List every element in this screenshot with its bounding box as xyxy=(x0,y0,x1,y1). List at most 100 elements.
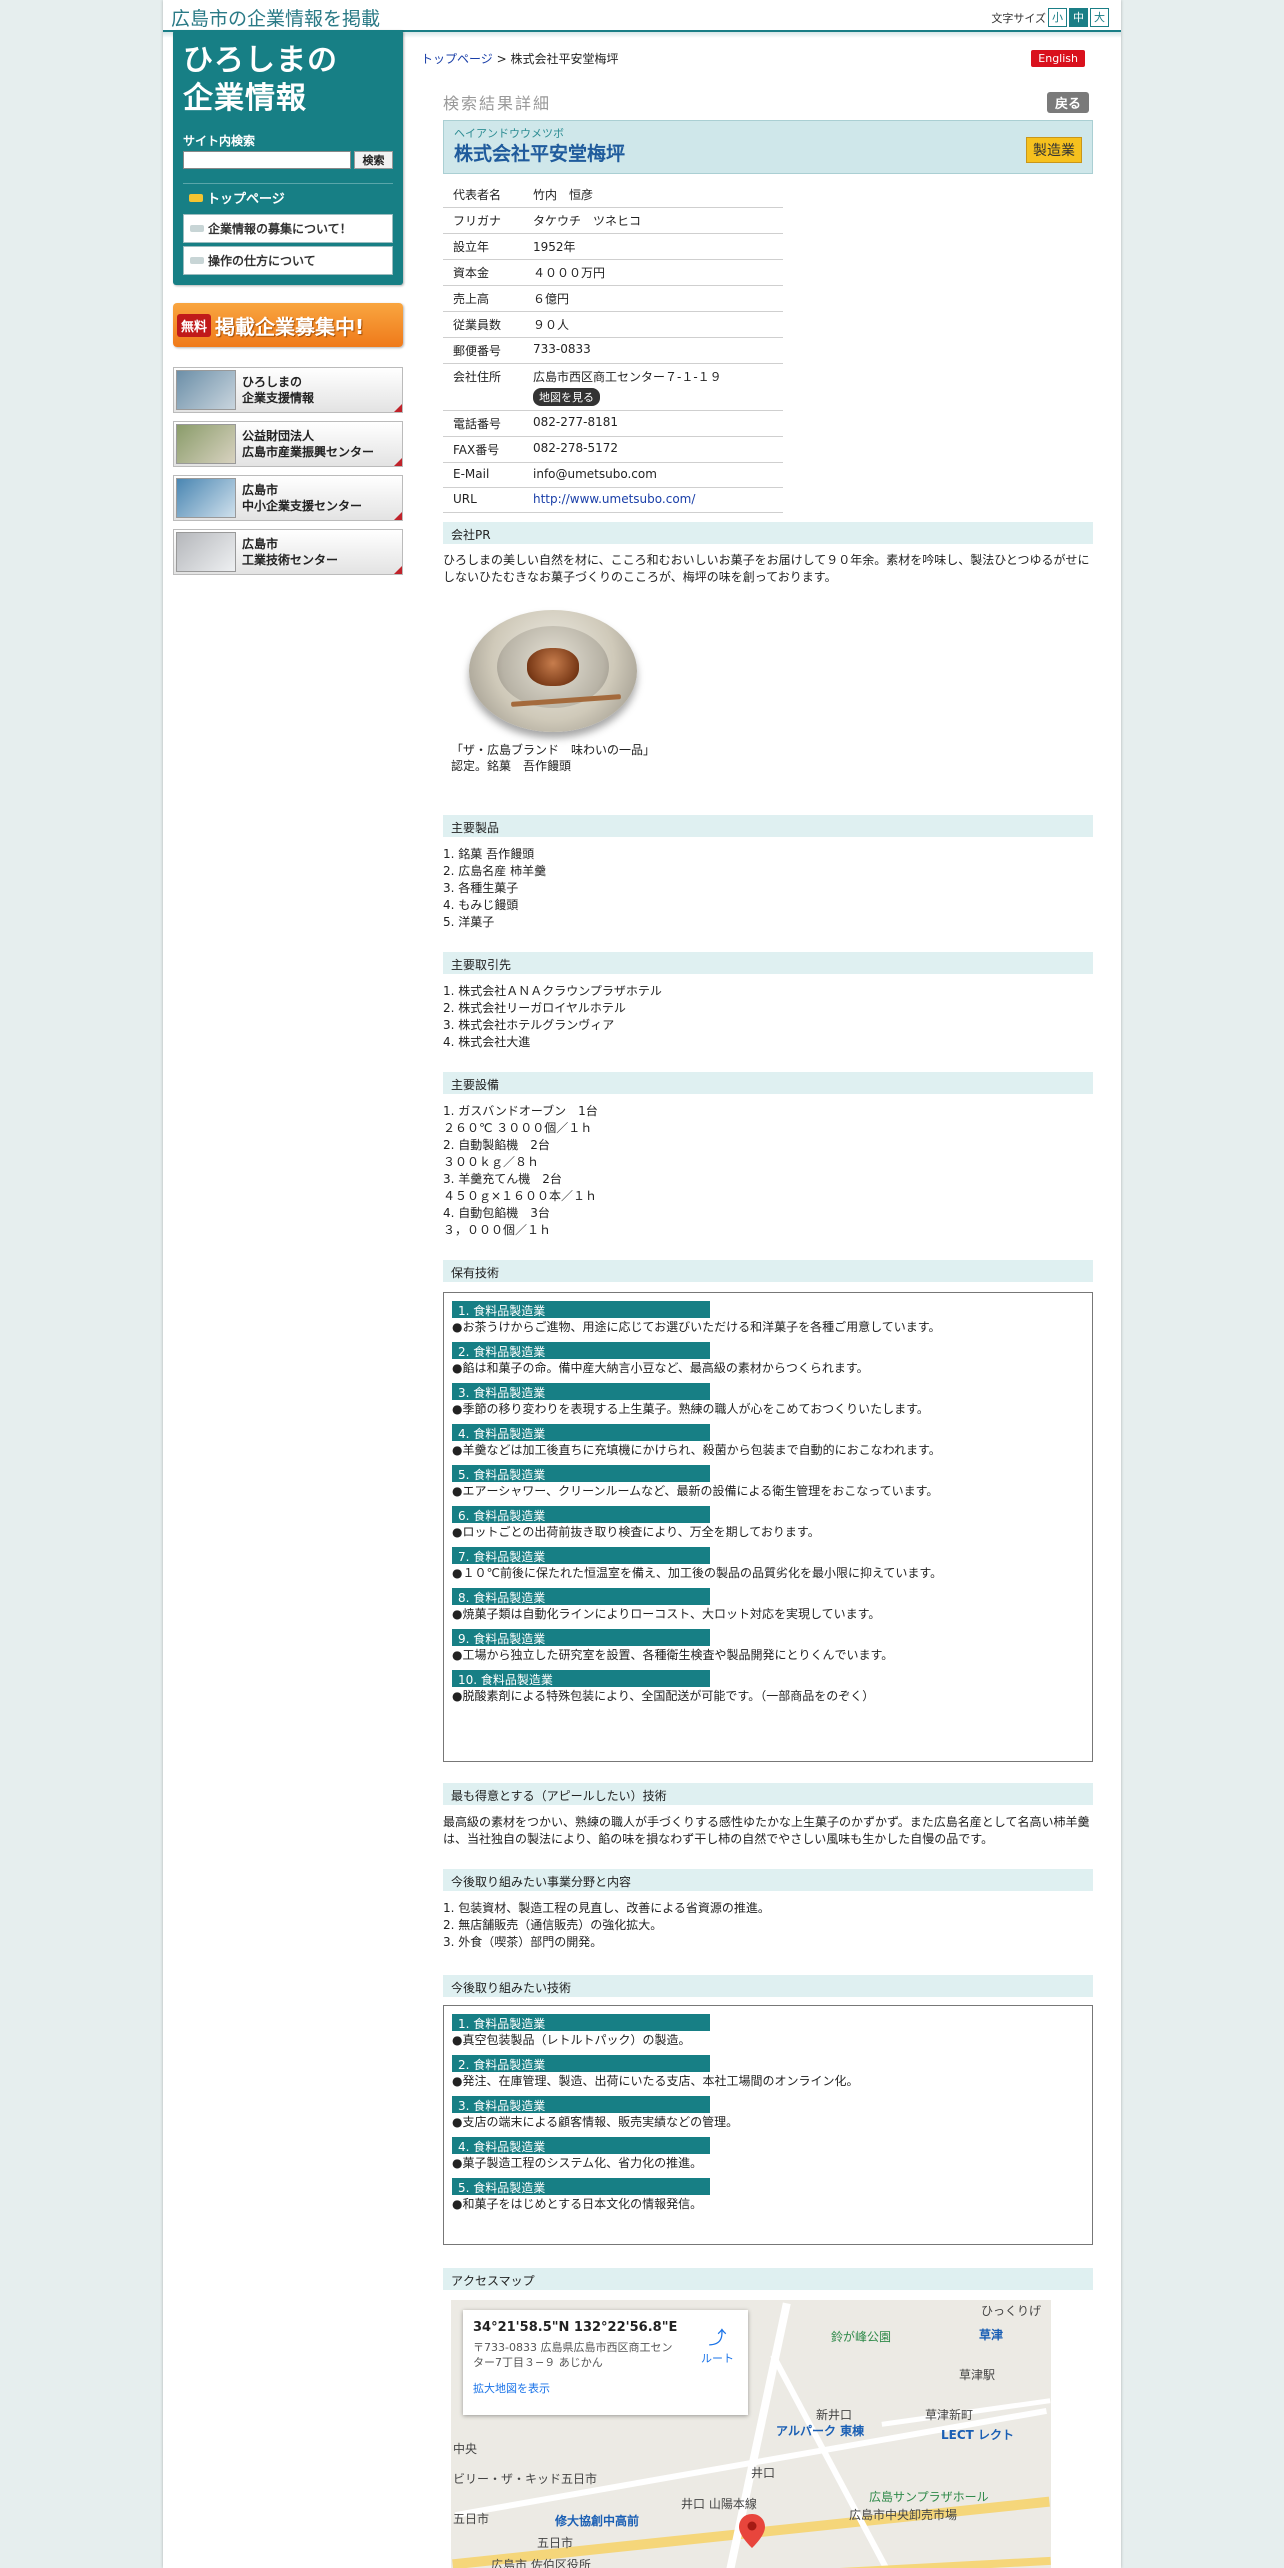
free-badge: 無料 xyxy=(177,313,212,337)
industry-center-thumbnail xyxy=(176,424,236,464)
tech-desc: ●発注、在庫管理、製造、出荷にいたる支店、本社工場間のオンライン化。 xyxy=(452,2074,859,2088)
list-item: 1. 包装資材、製造工程の見直し、改善による省資源の推進。 xyxy=(443,1901,770,1915)
tech-label: 6. 食料品製造業 xyxy=(452,1506,710,1523)
site-logo[interactable]: ひろしまの 企業情報 xyxy=(183,42,393,118)
category-badge: 製造業 xyxy=(1026,137,1082,163)
map-road xyxy=(770,2353,898,2568)
link-banner-support-info[interactable]: ひろしまの 企業支援情報 xyxy=(173,367,403,413)
route-label: ルート xyxy=(701,2352,734,2365)
future-fields-heading: 今後取り組みたい事業分野と内容 xyxy=(443,1869,1093,1891)
link-banner-label: 広島市 工業技術センター xyxy=(242,536,338,568)
tech-desc: ●菓子製造工程のシステム化、省力化の推進。 xyxy=(452,2156,703,2170)
logo-line-2: 企業情報 xyxy=(183,81,307,116)
section-title: 検索結果詳細 xyxy=(443,94,552,113)
list-item: ３，０００個／１ｈ xyxy=(443,1223,552,1237)
map-address: 〒733-0833 広島県広島市西区商工センター7丁目３−９ あじかん xyxy=(473,2341,673,2369)
map-label: 修大協創中高前 xyxy=(555,2514,640,2528)
map-label: 井口 山陽本線 xyxy=(681,2497,757,2511)
sidebar-item-howto[interactable]: 操作の仕方について xyxy=(183,246,393,275)
tech-item: 1. 食料品製造業 ●真空包装製品（レトルトパック）の製造。 xyxy=(452,2014,1084,2049)
info-key: 設立年 xyxy=(443,233,523,260)
tech-item: 6. 食料品製造業 ●ロットごとの出荷前抜き取り検査により、万全を期しております。 xyxy=(452,1506,1084,1541)
sidebar-item-recruit-label: 企業情報の募集について！ xyxy=(208,222,352,236)
products-list: 1. 銘菓 吾作饅頭 2. 広島名産 柿羊羹 3. 各種生菓子 4. もみじ饅頭… xyxy=(443,846,1093,931)
section-title-row: 検索結果詳細 戻る xyxy=(443,90,1093,113)
free-listing-banner[interactable]: 無料 掲載企業募集中! xyxy=(173,303,403,347)
table-row: 電話番号 082-277-8181 xyxy=(443,410,783,437)
info-value: 竹内 恒彦 xyxy=(523,182,783,208)
tech-desc: ●エアーシャワー、クリーンルームなど、最新の設備による衛生管理をおこなっています… xyxy=(452,1484,939,1498)
table-row: 郵便番号 733-0833 xyxy=(443,337,783,364)
link-banner-industry-center[interactable]: 公益財団法人 広島市産業振興センター xyxy=(173,421,403,467)
search-button[interactable]: 検索 xyxy=(353,151,393,169)
info-key: E-Mail xyxy=(443,462,523,488)
tech-label: 4. 食料品製造業 xyxy=(452,1424,710,1441)
corner-arrow-icon xyxy=(394,566,402,574)
map-label: 草津新町 xyxy=(925,2408,974,2422)
table-row: E-Mail info@umetsubo.com xyxy=(443,462,783,488)
search-input[interactable] xyxy=(183,151,351,169)
table-row: 設立年 1952年 xyxy=(443,233,783,260)
english-button[interactable]: English xyxy=(1031,50,1085,67)
big-map-link[interactable]: 拡大地図を表示 xyxy=(473,2380,738,2396)
table-row: URL http://www.umetsubo.com/ xyxy=(443,487,783,513)
list-item: 4. もみじ饅頭 xyxy=(443,898,519,912)
logo-box: ひろしまの 企業情報 サイト内検索 検索 トップページ 企業情報の募集について！… xyxy=(173,30,403,285)
font-size-medium-button[interactable]: 中 xyxy=(1069,8,1088,27)
map-coordinates: 34°21'58.5"N 132°22'56.8"E xyxy=(473,2320,678,2335)
tech-item: 4. 食料品製造業 ●菓子製造工程のシステム化、省力化の推進。 xyxy=(452,2137,1084,2172)
tech-desc: ●工場から独立した研究室を設置、各種衛生検査や製品開発にとりくんでいます。 xyxy=(452,1648,894,1662)
breadcrumb-home-link[interactable]: トップページ xyxy=(421,52,493,66)
route-button[interactable]: ⤴ ルート xyxy=(701,2324,734,2366)
info-key: 郵便番号 xyxy=(443,337,523,364)
info-key: フリガナ xyxy=(443,207,523,234)
info-value: 1952年 xyxy=(523,233,783,260)
font-size-large-button[interactable]: 大 xyxy=(1090,8,1109,27)
link-banner-sme-center[interactable]: 広島市 中小企業支援センター xyxy=(173,475,403,521)
product-photo xyxy=(451,598,651,738)
list-item: 1. 銘菓 吾作饅頭 xyxy=(443,847,535,861)
info-key: 従業員数 xyxy=(443,311,523,338)
list-item: 3. 外食（喫茶）部門の開発。 xyxy=(443,1935,603,1949)
info-value: http://www.umetsubo.com/ xyxy=(523,487,783,513)
tech-label: 2. 食料品製造業 xyxy=(452,1342,710,1359)
tech-label: 1. 食料品製造業 xyxy=(452,2014,710,2031)
show-map-button[interactable]: 地図を見る xyxy=(533,388,600,406)
info-value: 082-278-5172 xyxy=(523,436,783,463)
list-item: 3. 株式会社ホテルグランヴィア xyxy=(443,1018,615,1032)
sidebar-item-recruit[interactable]: 企業情報の募集について！ xyxy=(183,214,393,243)
company-name: 株式会社平安堂梅坪 xyxy=(454,143,626,165)
sidebar-item-top-label: トップページ xyxy=(207,192,285,207)
info-key: URL xyxy=(443,487,523,513)
site-tagline: 広島市の企業情報を掲載 xyxy=(171,8,381,30)
map-pin-icon[interactable] xyxy=(739,2514,765,2548)
map-label: 草津駅 xyxy=(959,2368,996,2382)
tech-label: 3. 食料品製造業 xyxy=(452,2096,710,2113)
list-item: 1. ガスバンドオーブン 1台 xyxy=(443,1104,598,1118)
table-row: 従業員数 ９０人 xyxy=(443,311,783,338)
product-photo-block: 「ザ・広島ブランド 味わいの一品」認定。銘菓 吾作饅頭 xyxy=(451,598,651,774)
list-item: 3. 各種生菓子 xyxy=(443,881,519,895)
map-label: 広島市中央卸売市場 xyxy=(849,2508,958,2522)
tech-item: 4. 食料品製造業 ●羊羹などは加工後直ちに充填機にかけられ、殺菌から包装まで自動… xyxy=(452,1424,1084,1459)
access-map[interactable]: ひっくりげ 鈴が峰公園 草津 草津駅 新井口 アルパーク 東棟 草津新町 LEC… xyxy=(451,2300,1051,2568)
tech-desc: ●ロットごとの出荷前抜き取り検査により、万全を期しております。 xyxy=(452,1525,820,1539)
company-url-link[interactable]: http://www.umetsubo.com/ xyxy=(533,492,695,506)
tech-item: 3. 食料品製造業 ●季節の移り変わりを表現する上生菓子。熟練の職人が心をこめてお… xyxy=(452,1383,1084,1418)
font-size-small-button[interactable]: 小 xyxy=(1048,8,1067,27)
link-banner-tech-center[interactable]: 広島市 工業技術センター xyxy=(173,529,403,575)
sweet-shape xyxy=(527,648,579,686)
map-label: 五日市 xyxy=(453,2512,490,2526)
list-item: 4. 株式会社大進 xyxy=(443,1035,531,1049)
sidebar-item-top[interactable]: トップページ xyxy=(183,183,393,211)
top-bar: 広島市の企業情報を掲載 文字サイズ 小 中 大 xyxy=(163,0,1121,32)
link-banner-line2: 企業支援情報 xyxy=(242,391,315,405)
tech-label: 3. 食料品製造業 xyxy=(452,1383,710,1400)
pr-text: ひろしまの美しい自然を材に、こころ和むおいしいお菓子をお届けして９０年余。素材を… xyxy=(443,553,1090,584)
table-row: 売上高 ６億円 xyxy=(443,285,783,312)
products-heading: 主要製品 xyxy=(443,815,1093,837)
table-row: 会社住所 広島市西区商工センター７-１-１９ 地図を見る xyxy=(443,363,783,411)
company-info-table: 代表者名 竹内 恒彦 フリガナ タケウチ ツネヒコ 設立年 1952年 資本金 ４０００… xyxy=(443,182,783,513)
back-button[interactable]: 戻る xyxy=(1046,92,1089,113)
map-label: 井口 xyxy=(751,2466,776,2480)
